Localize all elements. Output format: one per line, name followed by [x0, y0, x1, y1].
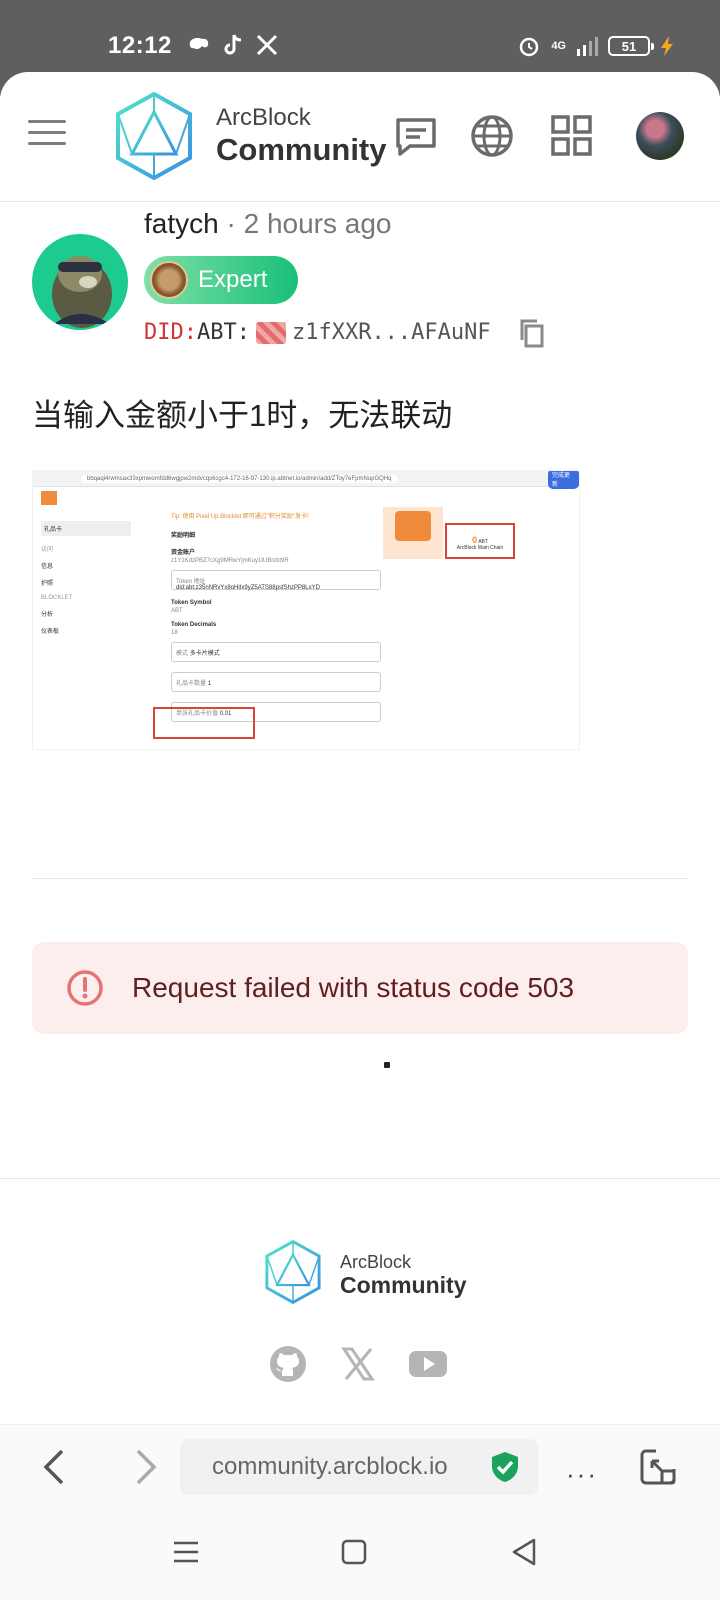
logo-text-community: Community	[216, 132, 387, 167]
error-message: Request failed with status code 503	[132, 972, 575, 1003]
post-time: 2 hours ago	[243, 208, 392, 239]
chat-icon[interactable]	[392, 112, 440, 160]
status-right: 4G 51	[517, 34, 674, 58]
footer-logo-icon[interactable]	[264, 1238, 322, 1306]
divider	[32, 878, 688, 879]
did-value: z1fXXR...AFAuNF	[291, 320, 491, 345]
logo-text-arcblock: ArcBlock	[216, 104, 311, 131]
menu-icon[interactable]	[28, 120, 66, 148]
back-icon[interactable]	[36, 1447, 76, 1487]
author-avatar[interactable]	[32, 234, 128, 330]
shot-browser-bar: bbqaql4rwmsax33xpmwomfdd6wgjpw2mdvcqs6cg…	[33, 471, 579, 489]
shot-form: Tip: 使用 Pixel Up Blocklet 即可通过"积分奖励"发卡! …	[171, 511, 381, 732]
forward-icon[interactable]	[124, 1447, 164, 1487]
shot-sidebar: 礼品卡 访问 信息 护照 BLOCKLET 分析 仪表板	[41, 521, 131, 643]
recent-apps-icon[interactable]	[170, 1536, 202, 1568]
home-icon[interactable]	[338, 1536, 370, 1568]
badge-label: Expert	[198, 266, 268, 293]
network-label: 4G	[551, 40, 566, 52]
address-bar[interactable]: community.arcblock.io	[180, 1439, 538, 1495]
youtube-icon[interactable]	[408, 1344, 448, 1384]
globe-icon[interactable]	[468, 112, 516, 160]
system-nav-bar	[0, 1508, 720, 1600]
minimize-window-icon[interactable]	[638, 1447, 678, 1487]
copy-icon[interactable]	[518, 318, 546, 348]
battery-indicator: 51	[608, 36, 654, 56]
author-name[interactable]: fatych	[144, 208, 219, 239]
header: ArcBlock Community	[0, 72, 720, 202]
did-avatar-icon	[255, 321, 286, 344]
tiktok-icon	[224, 34, 242, 55]
error-icon	[67, 970, 103, 1006]
user-avatar[interactable]	[636, 112, 684, 160]
footer-logo-community: Community	[340, 1272, 467, 1298]
post-body: 当输入金额小于1时，无法联动	[32, 398, 453, 433]
status-time: 12:12	[108, 32, 172, 59]
did-address: DID: ABT: z1fXXR...AFAuNF	[144, 320, 491, 345]
x-icon	[256, 34, 278, 56]
alarm-icon	[520, 37, 539, 57]
github-icon[interactable]	[268, 1344, 308, 1384]
signal-icon	[577, 37, 598, 56]
url-text[interactable]: community.arcblock.io	[212, 1453, 448, 1481]
footer-logo-arcblock: ArcBlock	[340, 1252, 412, 1272]
app-container: ArcBlock Community fatych · 2 hours ago …	[0, 72, 720, 1424]
back-nav-icon[interactable]	[508, 1536, 540, 1568]
more-options-icon[interactable]: ···	[566, 1459, 598, 1490]
shot-balance-box: 0 ABT ArcBlock Main Chain	[445, 523, 515, 559]
x-social-icon[interactable]	[338, 1344, 378, 1384]
shot-logo-icon	[41, 491, 57, 505]
expert-badge: Expert	[144, 256, 298, 304]
shot-highlight	[153, 707, 255, 739]
browser-toolbar: community.arcblock.io ···	[0, 1424, 720, 1508]
footer-divider	[0, 1178, 720, 1179]
charging-icon	[661, 36, 673, 56]
apps-grid-icon[interactable]	[548, 112, 596, 160]
secure-shield-icon[interactable]	[490, 1451, 520, 1483]
medal-icon	[150, 261, 188, 299]
error-alert: Request failed with status code 503	[32, 942, 688, 1034]
gift-icon	[383, 507, 443, 559]
loading-indicator	[384, 1062, 390, 1068]
attached-screenshot[interactable]: bbqaql4rwmsax33xpmwomfdd6wgjpw2mdvcqs6cg…	[32, 470, 580, 750]
arcblock-logo-icon[interactable]	[114, 90, 194, 182]
post-author-line: fatych · 2 hours ago	[144, 208, 392, 239]
game-controller-icon	[189, 38, 209, 50]
